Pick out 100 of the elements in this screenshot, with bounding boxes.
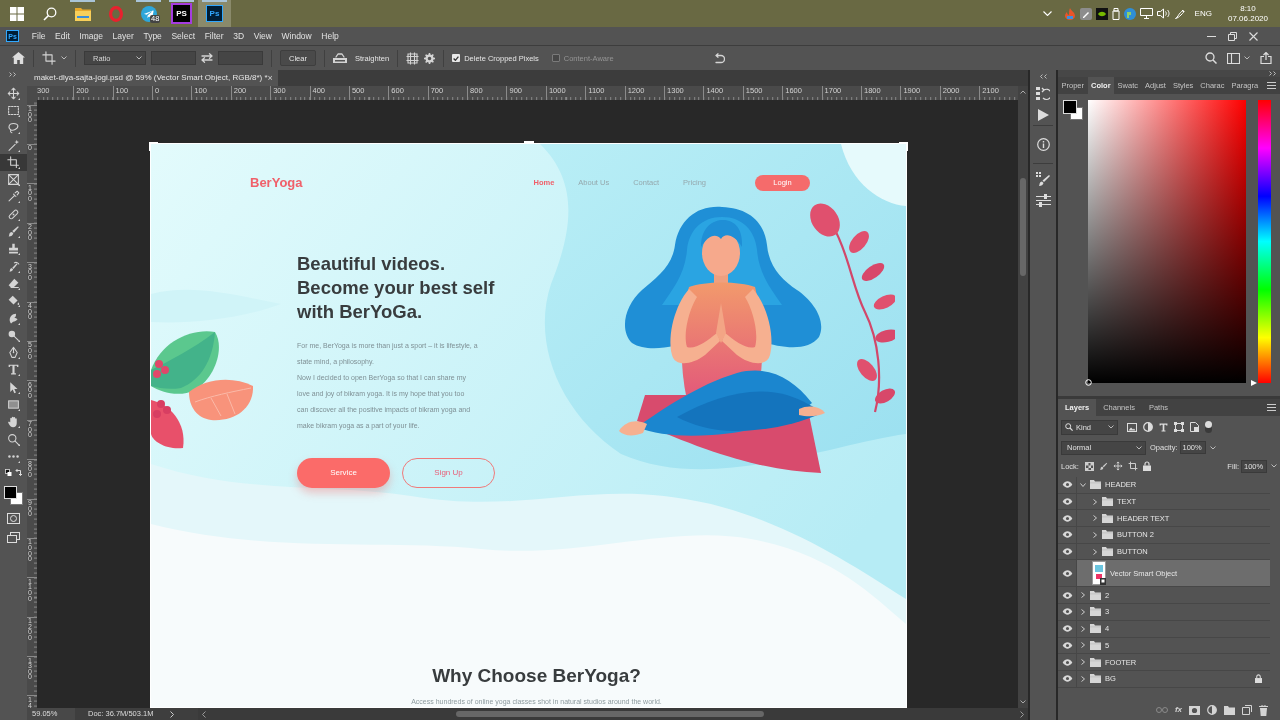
crop-handle[interactable] bbox=[899, 142, 908, 151]
language-indicator[interactable]: ENG bbox=[1194, 8, 1212, 19]
new-layer-icon[interactable] bbox=[1242, 705, 1252, 715]
menu-item[interactable]: Edit bbox=[50, 30, 75, 42]
move-icon[interactable] bbox=[1112, 461, 1123, 471]
menu-item[interactable]: File bbox=[27, 30, 51, 42]
eye-icon[interactable] bbox=[1061, 608, 1073, 616]
speaker-icon[interactable] bbox=[1156, 8, 1170, 19]
height-field[interactable] bbox=[218, 51, 263, 65]
pencil-tile-icon[interactable] bbox=[1079, 7, 1092, 20]
eye-icon[interactable] bbox=[1061, 625, 1073, 633]
clock-date[interactable]: 07.06.2020 bbox=[1227, 13, 1268, 24]
globe-icon[interactable] bbox=[1123, 7, 1136, 20]
eye-tile-icon[interactable] bbox=[1095, 7, 1108, 20]
eye-icon[interactable] bbox=[1061, 531, 1073, 539]
screen-mode-icon[interactable] bbox=[7, 532, 20, 544]
eye-icon[interactable] bbox=[1061, 514, 1073, 522]
slider-arrow-icon[interactable] bbox=[1251, 380, 1257, 386]
folder-icon[interactable] bbox=[1224, 705, 1235, 715]
scroll-thumb[interactable] bbox=[456, 711, 764, 717]
chevron-icon[interactable] bbox=[1092, 548, 1098, 555]
chevron-icon[interactable] bbox=[1092, 515, 1098, 522]
menu-item[interactable]: Filter bbox=[199, 30, 229, 42]
swap-colors-icon[interactable] bbox=[4, 469, 23, 479]
chevron-icon[interactable] bbox=[1080, 675, 1086, 682]
taskbar-button[interactable]: Ps bbox=[198, 0, 231, 27]
brush-settings-icon[interactable] bbox=[1036, 172, 1050, 186]
search-icon[interactable] bbox=[1205, 52, 1217, 64]
play-icon[interactable] bbox=[1037, 109, 1049, 121]
caret-icon[interactable] bbox=[1244, 56, 1250, 60]
restore-icon[interactable] bbox=[1228, 31, 1237, 41]
scroll-left-icon[interactable] bbox=[202, 710, 206, 718]
expand-icon[interactable] bbox=[1269, 71, 1277, 76]
minimize-icon[interactable] bbox=[1207, 35, 1216, 37]
artboard-icon[interactable] bbox=[1127, 461, 1138, 471]
close-icon[interactable] bbox=[1249, 31, 1258, 41]
smart-object-icon[interactable] bbox=[1190, 422, 1199, 432]
menu-item[interactable]: Window bbox=[276, 30, 317, 42]
lock-icon[interactable] bbox=[1142, 461, 1151, 471]
effects-button[interactable]: fx bbox=[1174, 706, 1182, 714]
eye-icon[interactable] bbox=[1061, 641, 1073, 649]
width-field[interactable] bbox=[151, 51, 196, 65]
vertical-scrollbar[interactable] bbox=[1018, 86, 1028, 708]
info-icon[interactable] bbox=[1036, 138, 1050, 151]
image-icon[interactable] bbox=[1127, 422, 1137, 432]
gear-icon[interactable] bbox=[424, 52, 436, 64]
chevron-icon[interactable] bbox=[1092, 498, 1098, 505]
half-circle-icon[interactable] bbox=[1207, 705, 1217, 715]
clock-time[interactable]: 8:10 bbox=[1240, 3, 1256, 14]
checkerboard-icon[interactable] bbox=[1084, 461, 1094, 471]
half-circle-icon[interactable] bbox=[1143, 422, 1153, 432]
chevron-icon[interactable] bbox=[1080, 659, 1086, 666]
menu-icon[interactable] bbox=[1267, 82, 1276, 89]
lock-icon[interactable] bbox=[1255, 674, 1262, 684]
crop-handle[interactable] bbox=[524, 141, 534, 144]
chevron-icon[interactable] bbox=[1080, 592, 1086, 599]
brush-icon[interactable] bbox=[1098, 461, 1108, 471]
menu-item[interactable]: Layer bbox=[107, 30, 139, 42]
menu-item[interactable]: 3D bbox=[228, 30, 249, 42]
type-icon[interactable] bbox=[1159, 422, 1168, 432]
transform-icon[interactable] bbox=[1174, 422, 1184, 432]
chevron-right-icon[interactable] bbox=[170, 710, 174, 718]
history-icon[interactable] bbox=[1036, 87, 1050, 101]
scroll-right-icon[interactable] bbox=[1020, 710, 1024, 718]
picker-marker-icon[interactable] bbox=[1085, 379, 1092, 386]
chevron-icon[interactable] bbox=[1092, 531, 1098, 538]
horizontal-scrollbar[interactable] bbox=[198, 708, 1028, 720]
chevron-icon[interactable] bbox=[1080, 642, 1086, 649]
chevron-icon[interactable] bbox=[1080, 608, 1086, 615]
color-swatches-icon[interactable] bbox=[4, 486, 23, 506]
chevron-down-icon[interactable] bbox=[1042, 11, 1052, 16]
menu-item[interactable]: View bbox=[248, 30, 277, 42]
caret-icon[interactable] bbox=[61, 56, 67, 60]
menu-icon[interactable] bbox=[1267, 404, 1276, 411]
menu-item[interactable]: Select bbox=[166, 30, 200, 42]
eye-icon[interactable] bbox=[1061, 498, 1073, 506]
home-icon[interactable] bbox=[12, 52, 25, 64]
crop-handle[interactable] bbox=[149, 142, 158, 151]
menu-item[interactable]: Type bbox=[138, 30, 167, 42]
eye-icon[interactable] bbox=[1061, 658, 1073, 666]
usb-drive-icon[interactable] bbox=[1111, 7, 1120, 20]
toggle-icon[interactable] bbox=[1205, 421, 1212, 433]
quick-mask-icon[interactable] bbox=[7, 513, 20, 525]
scroll-up-icon[interactable] bbox=[1020, 90, 1026, 94]
checkbox[interactable] bbox=[452, 54, 461, 62]
color-field[interactable] bbox=[1088, 100, 1246, 383]
menu-item[interactable]: Image bbox=[74, 30, 108, 42]
scroll-thumb[interactable] bbox=[1020, 178, 1026, 276]
taskbar-button[interactable]: PS bbox=[165, 0, 198, 27]
monitor-icon[interactable] bbox=[1139, 8, 1153, 19]
scroll-down-icon[interactable] bbox=[1020, 700, 1026, 704]
grid-icon[interactable] bbox=[406, 51, 420, 65]
expand-icon[interactable] bbox=[9, 72, 17, 77]
caret-icon[interactable] bbox=[1271, 464, 1277, 468]
mask-icon[interactable] bbox=[1189, 705, 1200, 715]
pen-icon[interactable] bbox=[1173, 7, 1186, 20]
workspace-icon[interactable] bbox=[1227, 52, 1240, 64]
chevron-icon[interactable] bbox=[1080, 481, 1086, 488]
eye-icon[interactable] bbox=[1061, 548, 1073, 556]
eye-icon[interactable] bbox=[1061, 481, 1073, 489]
